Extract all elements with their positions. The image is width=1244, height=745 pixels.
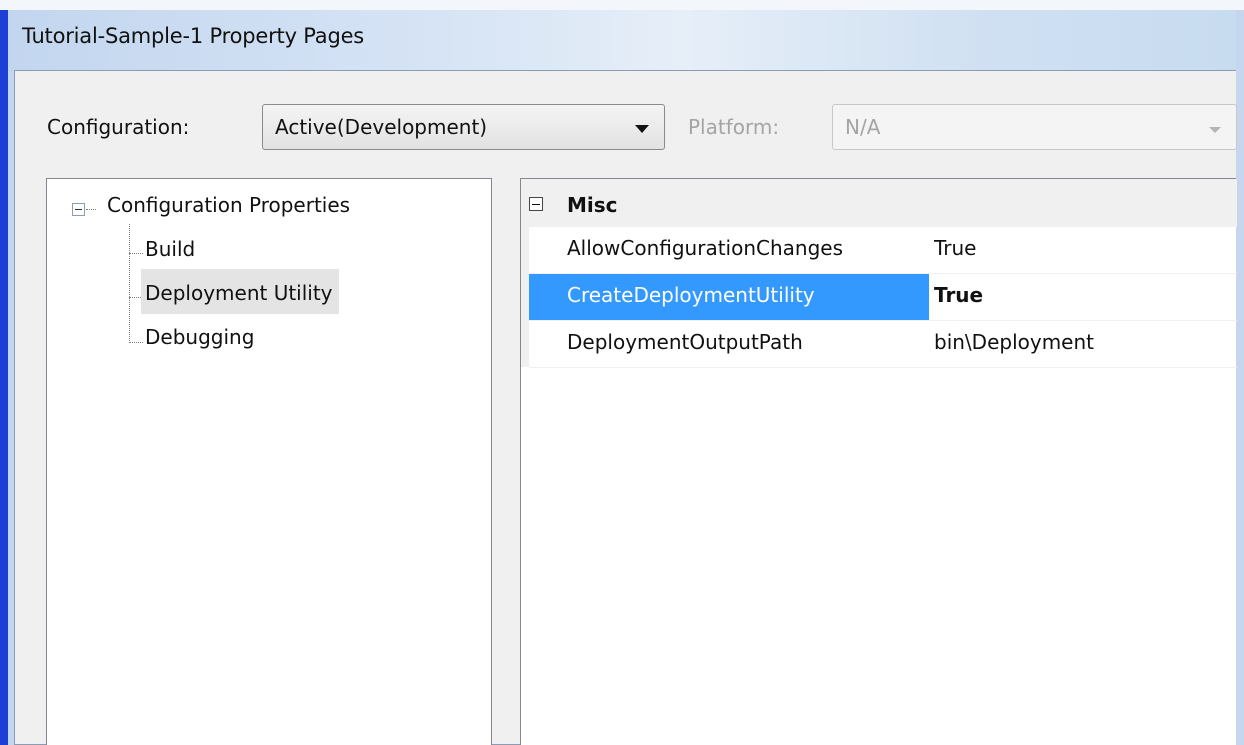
- tree-connector: [129, 342, 143, 343]
- property-row-createdeploymentutility[interactable]: CreateDeploymentUtility True: [529, 274, 1237, 321]
- tree-connector: [86, 209, 96, 210]
- grid-gutter: [521, 227, 529, 367]
- property-grid[interactable]: Misc AllowConfigurationChanges True Crea…: [520, 178, 1237, 745]
- window-frame-left: [0, 10, 8, 745]
- window-title: Tutorial-Sample-1 Property Pages: [22, 24, 365, 48]
- property-name: DeploymentOutputPath: [567, 330, 803, 354]
- property-name: AllowConfigurationChanges: [567, 236, 844, 260]
- property-value[interactable]: bin\Deployment: [934, 330, 1094, 354]
- property-name-selected: CreateDeploymentUtility: [529, 274, 929, 320]
- configuration-dropdown[interactable]: Active(Development): [262, 104, 665, 150]
- property-value[interactable]: True: [934, 283, 983, 307]
- tree-connector: [129, 224, 130, 343]
- property-value[interactable]: True: [934, 236, 976, 260]
- platform-label: Platform:: [688, 115, 780, 139]
- property-row-allowconfigurationchanges[interactable]: AllowConfigurationChanges True: [529, 227, 1237, 274]
- configuration-label: Configuration:: [47, 115, 190, 139]
- platform-dropdown: N/A: [832, 104, 1237, 150]
- category-row-misc[interactable]: Misc: [521, 179, 1237, 227]
- configuration-value: Active(Development): [275, 115, 488, 139]
- window-frame-right: [1236, 10, 1244, 745]
- chevron-down-icon: [635, 125, 649, 133]
- tree-node-debugging[interactable]: Debugging: [145, 325, 254, 349]
- collapse-icon[interactable]: [529, 197, 543, 211]
- category-label: Misc: [567, 193, 618, 217]
- tree-node-configuration-properties[interactable]: Configuration Properties: [107, 193, 350, 217]
- chevron-down-icon: [1209, 127, 1221, 133]
- property-row-deploymentoutputpath[interactable]: DeploymentOutputPath bin\Deployment: [529, 321, 1237, 368]
- collapse-icon[interactable]: [72, 203, 85, 216]
- tree-node-deployment-utility[interactable]: Deployment Utility: [141, 269, 339, 314]
- top-strip: [0, 0, 1244, 10]
- configuration-tree[interactable]: Configuration Properties Build Deploymen…: [46, 178, 492, 745]
- tree-node-build[interactable]: Build: [145, 237, 195, 261]
- tree-connector: [129, 253, 143, 254]
- platform-value: N/A: [845, 115, 881, 139]
